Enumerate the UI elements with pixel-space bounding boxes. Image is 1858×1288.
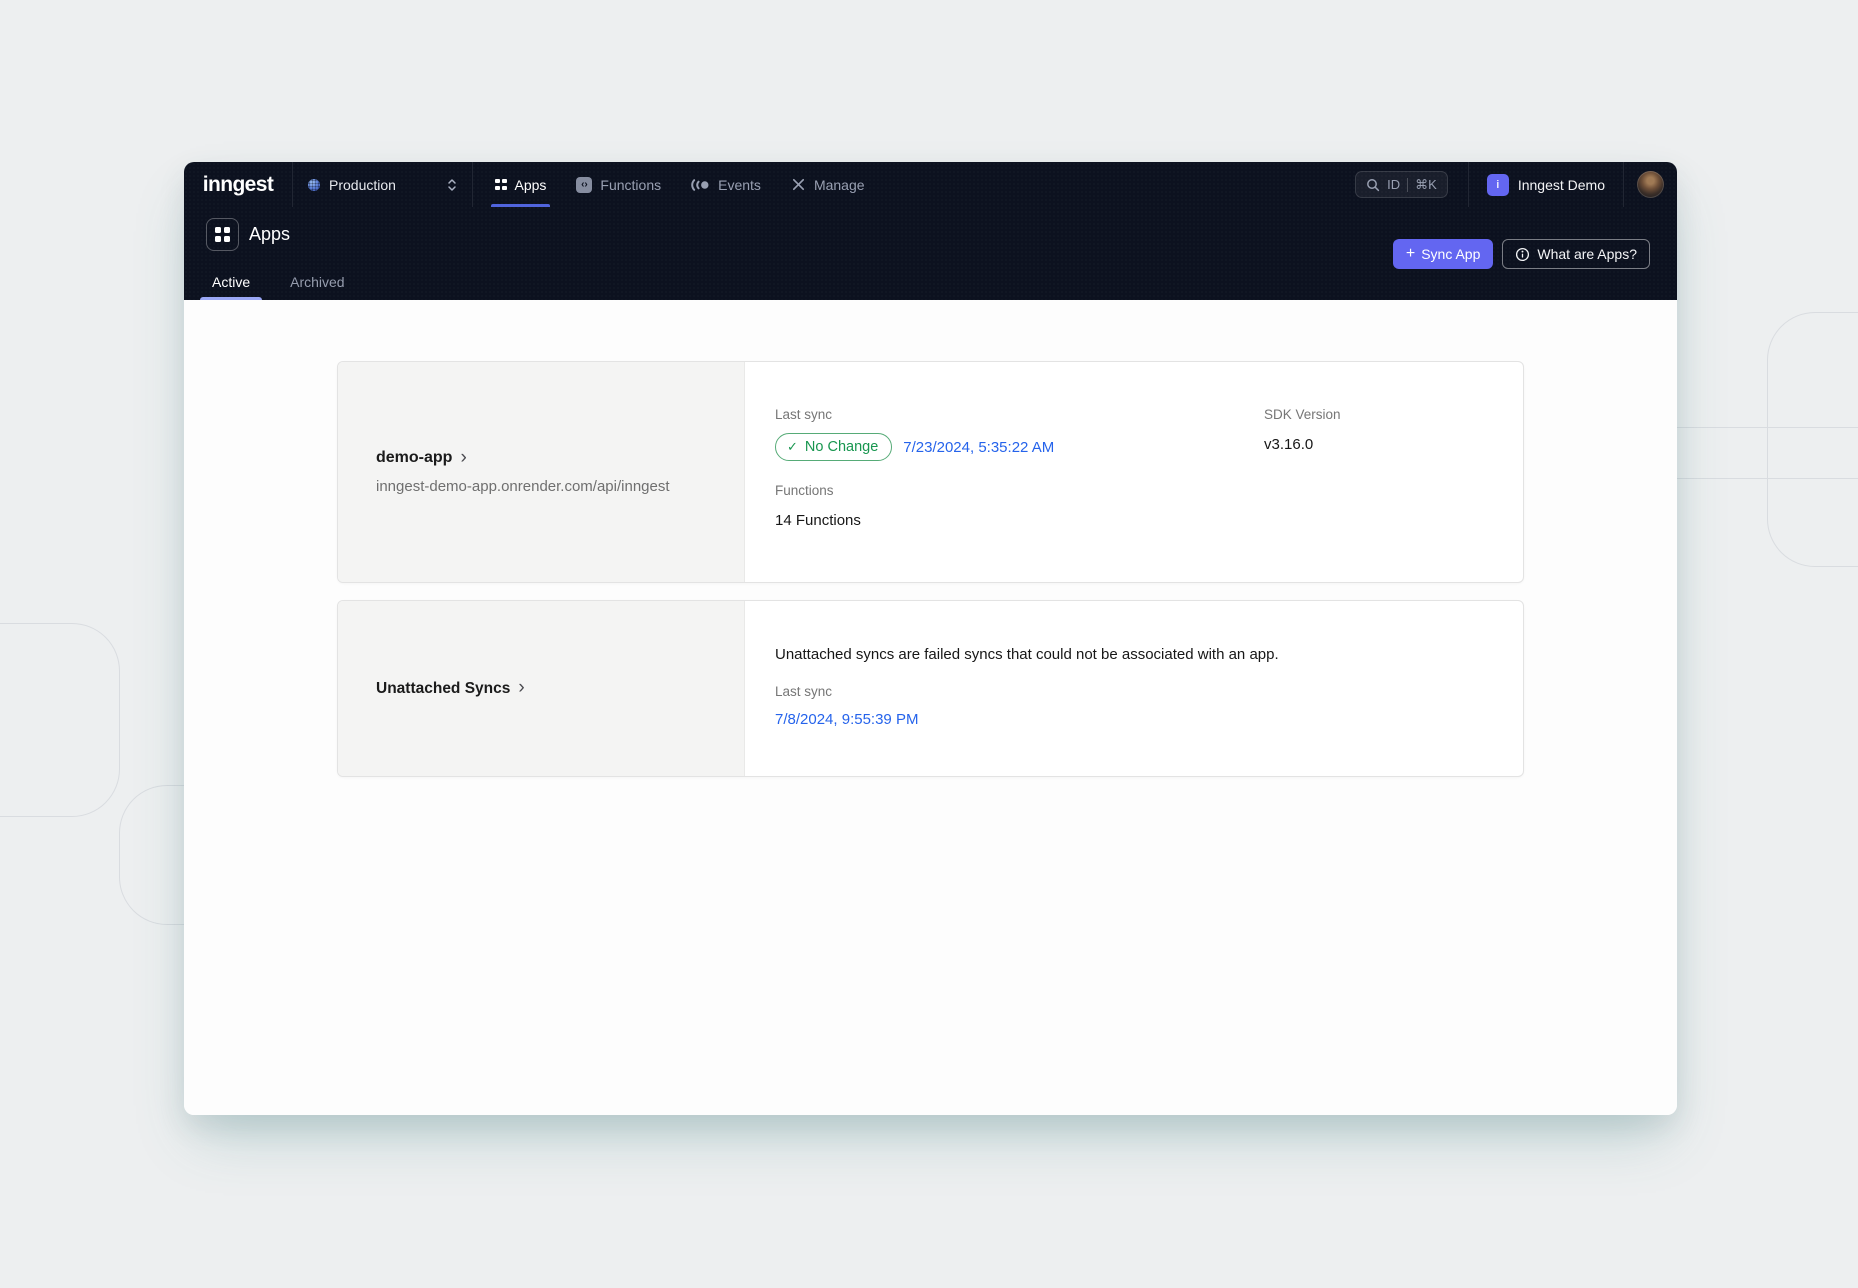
app-card-unattached-syncs: Unattached Syncs › Unattached syncs are … (337, 600, 1524, 777)
app-card-details: Last sync ✓ No Change 7/23/2024, 5:35:22… (745, 362, 1523, 582)
nav-item-label: Functions (600, 177, 661, 193)
info-icon (1515, 247, 1530, 262)
app-cards-list: demo-app › inngest-demo-app.onrender.com… (337, 361, 1524, 777)
app-card-summary: demo-app › inngest-demo-app.onrender.com… (338, 362, 745, 582)
tab-archived[interactable]: Archived (278, 264, 356, 300)
search-id-label: ID (1387, 177, 1400, 192)
last-sync-time-link[interactable]: 7/8/2024, 9:55:39 PM (775, 711, 918, 728)
nav-item-apps[interactable]: Apps (485, 162, 556, 207)
functions-label: Functions (775, 483, 1264, 498)
nav-item-label: Events (718, 177, 761, 193)
logo-container: inngest (184, 162, 292, 207)
environment-status-icon (308, 179, 320, 191)
functions-count-value: 14 Functions (775, 512, 1264, 529)
dark-header: inngest Production Apps (184, 162, 1677, 300)
search-icon (1366, 178, 1380, 192)
chevron-right-icon: › (460, 448, 466, 467)
tab-label: Active (212, 274, 250, 290)
last-sync-time-link[interactable]: 7/23/2024, 5:35:22 AM (903, 439, 1054, 456)
app-name-link[interactable]: demo-app › (376, 449, 744, 467)
app-name: demo-app (376, 449, 452, 467)
nav-item-functions[interactable]: ‹› Functions (566, 162, 671, 207)
last-sync-label: Last sync (775, 407, 1264, 422)
header-actions: + Sync App What are Apps? (1393, 239, 1650, 269)
top-navbar: inngest Production Apps (184, 162, 1677, 207)
apps-page-icon (206, 218, 239, 251)
environment-selector[interactable]: Production (293, 162, 472, 207)
user-avatar[interactable] (1637, 171, 1664, 198)
search-divider (1407, 178, 1408, 192)
tab-active[interactable]: Active (200, 264, 262, 300)
events-waves-icon (691, 178, 710, 192)
navbar-divider (472, 162, 473, 207)
tab-bar: Active Archived (200, 264, 357, 300)
chevron-up-down-icon (446, 177, 458, 193)
app-card-details: Unattached syncs are failed syncs that c… (745, 601, 1523, 776)
avatar-container (1624, 162, 1677, 207)
page-header: Apps + Sync App What are Apps? (184, 207, 1677, 300)
app-url: inngest-demo-app.onrender.com/api/innges… (376, 478, 744, 495)
nav-item-label: Apps (515, 177, 547, 193)
app-window: inngest Production Apps (184, 162, 1677, 1115)
plus-icon: + (1406, 246, 1415, 262)
nav-item-manage[interactable]: Manage (781, 162, 875, 207)
account-menu[interactable]: i Inngest Demo (1469, 162, 1623, 207)
primary-nav: Apps ‹› Functions Events (485, 162, 875, 207)
inngest-logo: inngest (203, 173, 273, 197)
manage-tools-icon (791, 177, 806, 192)
nav-item-events[interactable]: Events (681, 162, 771, 207)
no-change-badge: ✓ No Change (775, 433, 892, 461)
main-content: demo-app › inngest-demo-app.onrender.com… (184, 300, 1677, 1115)
unattached-syncs-description: Unattached syncs are failed syncs that c… (775, 646, 1523, 663)
last-sync-label: Last sync (775, 684, 1523, 699)
page-title-row: Apps (206, 218, 290, 251)
app-card-demo-app: demo-app › inngest-demo-app.onrender.com… (337, 361, 1524, 583)
deco-rounded-rect-left-top (0, 623, 120, 817)
what-are-apps-label: What are Apps? (1537, 246, 1637, 262)
chevron-right-icon: › (518, 678, 524, 697)
check-icon: ✓ (787, 439, 798, 455)
functions-field: Functions 14 Functions (775, 483, 1264, 529)
functions-code-icon: ‹› (576, 177, 592, 193)
account-badge-icon: i (1487, 174, 1509, 196)
deco-rounded-rect-right (1767, 312, 1858, 567)
what-are-apps-button[interactable]: What are Apps? (1502, 239, 1650, 269)
page-title: Apps (249, 224, 290, 245)
search-shortcut-keys: ⌘K (1415, 177, 1437, 193)
app-card-summary: Unattached Syncs › (338, 601, 745, 776)
apps-grid-icon (495, 179, 507, 191)
search-shortcut[interactable]: ID ⌘K (1355, 171, 1448, 198)
card-title: Unattached Syncs (376, 680, 510, 698)
unattached-syncs-link[interactable]: Unattached Syncs › (376, 680, 744, 698)
sdk-version-label: SDK Version (1264, 407, 1523, 422)
navbar-spacer (875, 162, 1356, 207)
account-name: Inngest Demo (1518, 177, 1605, 193)
sdk-version-value: v3.16.0 (1264, 436, 1523, 453)
sync-app-button[interactable]: + Sync App (1393, 239, 1494, 269)
apps-grid-icon (215, 227, 230, 242)
environment-label: Production (329, 177, 396, 193)
tab-label: Archived (290, 274, 344, 290)
last-sync-field: Last sync ✓ No Change 7/23/2024, 5:35:22… (775, 407, 1264, 461)
badge-label: No Change (805, 439, 878, 455)
sync-app-button-label: Sync App (1421, 246, 1480, 262)
nav-item-label: Manage (814, 177, 865, 193)
sdk-version-field: SDK Version v3.16.0 (1264, 407, 1523, 461)
